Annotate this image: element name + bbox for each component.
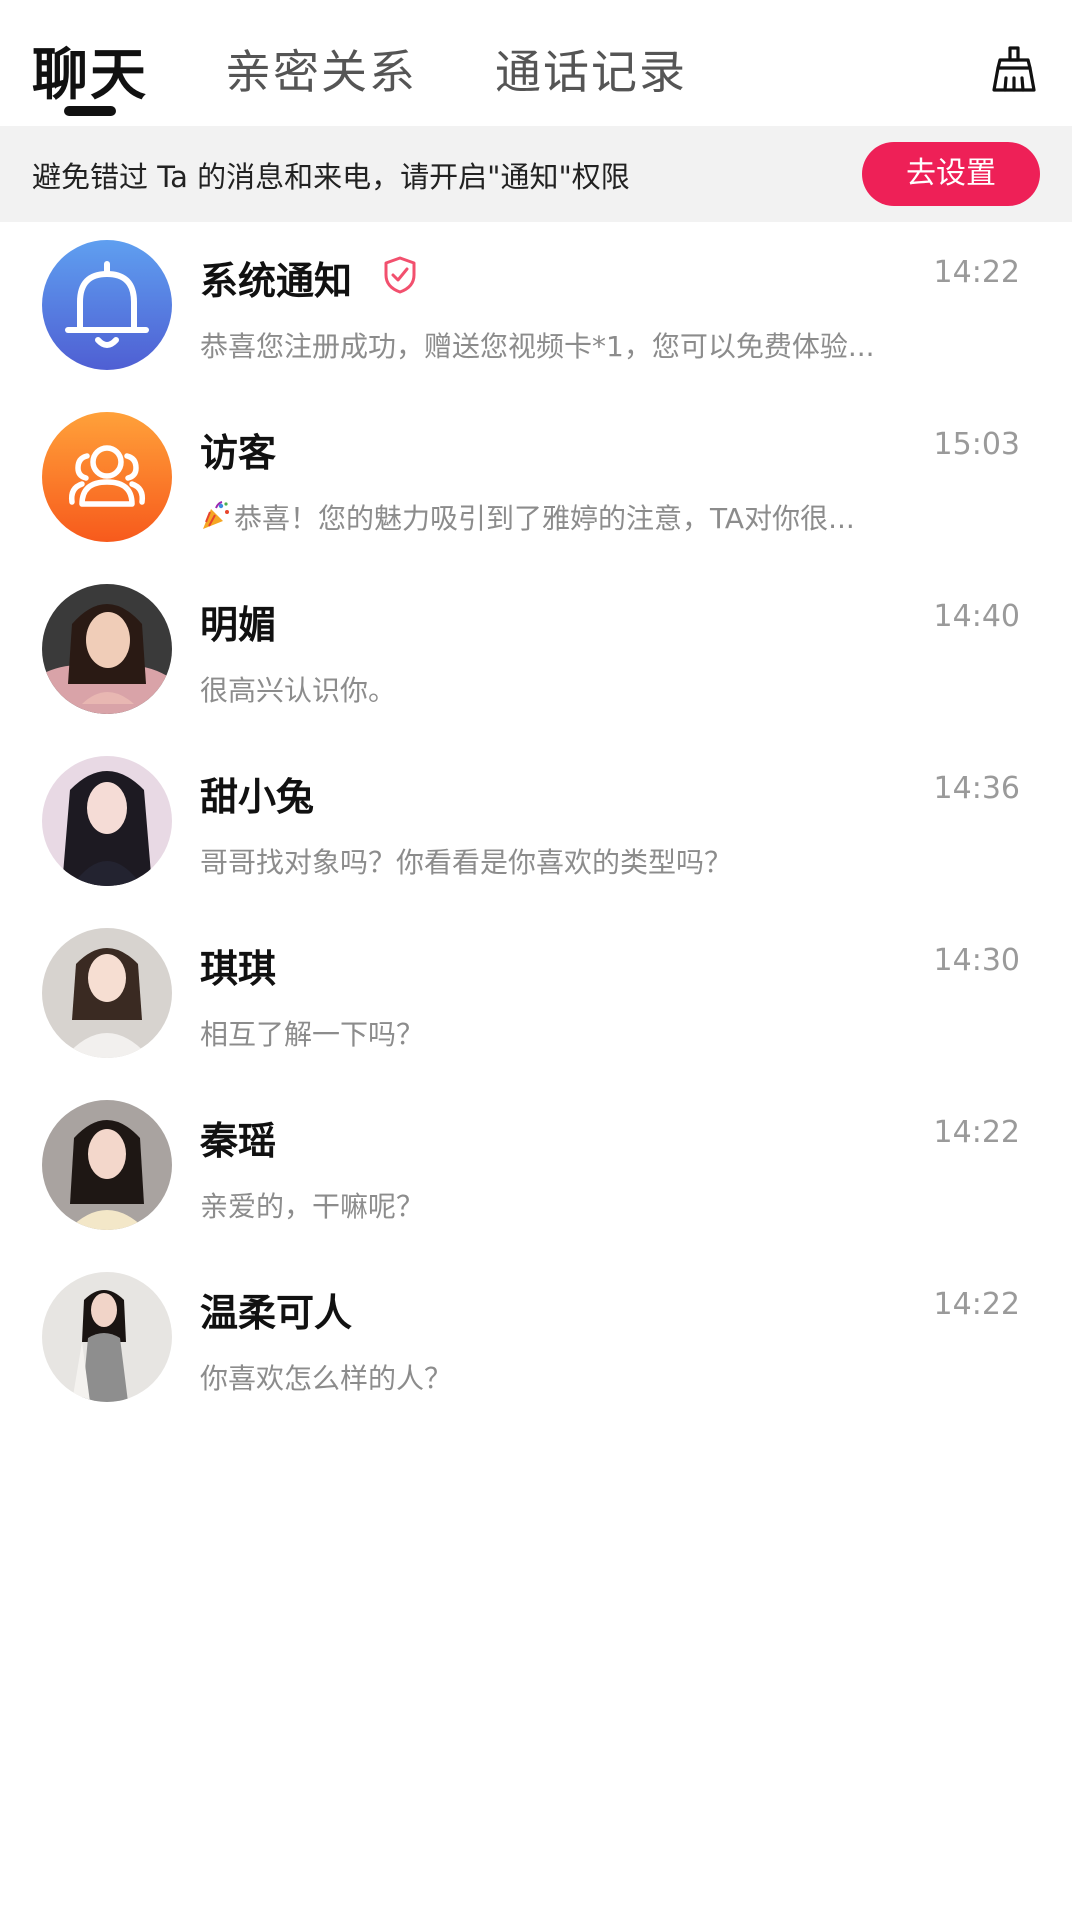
tab-chat[interactable]: 聊天 — [32, 30, 148, 111]
conversation-name: 温柔可人 — [200, 1291, 353, 1335]
conversation-row-qiqi[interactable]: 琪琪 14:30 相互了解一下吗？ — [0, 910, 1080, 1082]
avatar — [42, 928, 172, 1058]
user-photo-icon — [42, 1100, 172, 1230]
bell-icon — [65, 261, 149, 348]
avatar — [42, 756, 172, 886]
active-tab-indicator — [64, 106, 116, 116]
conversation-preview: 恭喜您注册成功，赠送您视频卡*1，您可以免费体验... — [200, 330, 875, 363]
user-photo-icon — [42, 584, 172, 714]
party-popper-icon — [203, 501, 229, 529]
conversation-row-visitors[interactable]: 访客 15:03 恭喜！您的魅力吸引到了雅婷的注意，TA对你很... — [0, 394, 1080, 566]
conversation-name: 系统通知 — [200, 259, 353, 303]
conversation-time: 14:22 — [933, 255, 1020, 290]
conversation-row-mingmei[interactable]: 明媚 14:40 很高兴认识你。 — [0, 566, 1080, 738]
conversation-row-qinyao[interactable]: 秦瑶 14:22 亲爱的，干嘛呢？ — [0, 1082, 1080, 1254]
conversation-preview: 相互了解一下吗？ — [200, 1018, 425, 1051]
conversation-time: 15:03 — [933, 427, 1020, 462]
conversation-preview-text: 恭喜！您的魅力吸引到了雅婷的注意，TA对你很... — [234, 502, 855, 535]
conversation-preview: 哥哥找对象吗？你看看是你喜欢的类型吗？ — [200, 846, 733, 879]
avatar — [42, 1272, 172, 1402]
tab-intimate-relations[interactable]: 亲密关系 — [225, 36, 417, 102]
conversation-time: 14:22 — [933, 1115, 1020, 1150]
conversation-preview: 恭喜！您的魅力吸引到了雅婷的注意，TA对你很... — [200, 497, 940, 537]
notification-banner-text: 避免错过 Ta 的消息和来电，请开启"通知"权限 — [32, 160, 630, 194]
avatar — [42, 412, 172, 542]
conversation-name: 明媚 — [200, 603, 277, 647]
tab-call-records[interactable]: 通话记录 — [495, 36, 687, 102]
conversation-name: 访客 — [200, 431, 277, 475]
avatar — [42, 1100, 172, 1230]
conversation-row-system-notification[interactable]: 系统通知 14:22 恭喜您注册成功，赠送您视频卡*1，您可以免费体验... — [0, 222, 1080, 394]
user-photo-icon — [42, 756, 172, 886]
go-settings-button[interactable]: 去设置 — [862, 142, 1040, 206]
user-photo-icon — [42, 928, 172, 1058]
conversation-name: 甜小兔 — [200, 775, 315, 819]
conversation-time: 14:22 — [933, 1287, 1020, 1322]
verified-shield-icon — [384, 256, 416, 294]
conversation-preview: 亲爱的，干嘛呢？ — [200, 1190, 425, 1223]
broom-icon[interactable] — [990, 44, 1038, 94]
conversation-time: 14:36 — [933, 771, 1020, 806]
conversation-name: 秦瑶 — [200, 1119, 277, 1163]
avatar — [42, 240, 172, 370]
visitors-icon — [68, 445, 146, 507]
user-photo-icon — [42, 1272, 172, 1402]
notification-permission-banner: 避免错过 Ta 的消息和来电，请开启"通知"权限 去设置 — [0, 126, 1072, 222]
conversation-name: 琪琪 — [200, 947, 277, 991]
avatar — [42, 584, 172, 714]
conversation-time: 14:40 — [933, 599, 1020, 634]
top-tab-bar: 聊天 亲密关系 通话记录 — [0, 0, 1080, 126]
conversation-time: 14:30 — [933, 943, 1020, 978]
conversation-row-tianxiaotu[interactable]: 甜小兔 14:36 哥哥找对象吗？你看看是你喜欢的类型吗？ — [0, 738, 1080, 910]
conversation-row-wenroukeren[interactable]: 温柔可人 14:22 你喜欢怎么样的人？ — [0, 1254, 1080, 1426]
conversation-preview: 很高兴认识你。 — [200, 674, 397, 707]
conversation-preview: 你喜欢怎么样的人？ — [200, 1362, 453, 1395]
